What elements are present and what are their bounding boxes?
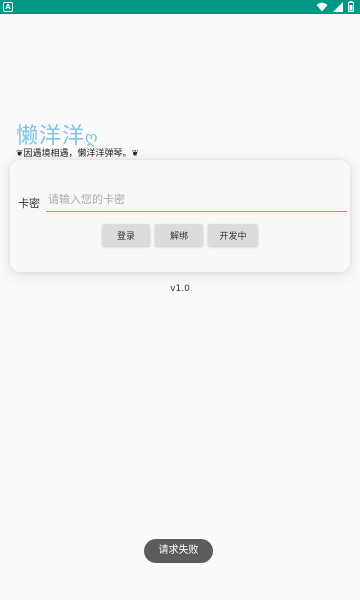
- notification-a-icon: A: [3, 2, 13, 12]
- unbind-button[interactable]: 解绑: [155, 224, 203, 246]
- signal-icon: [333, 1, 343, 12]
- login-card: 卡密 登录 解绑 开发中: [10, 160, 350, 272]
- wifi-icon: [316, 2, 328, 11]
- key-label: 卡密: [18, 197, 40, 210]
- login-button[interactable]: 登录: [102, 224, 150, 246]
- developing-button[interactable]: 开发中: [208, 224, 258, 246]
- battery-icon: [348, 1, 354, 12]
- status-icons: [316, 1, 354, 12]
- status-bar: A: [0, 0, 360, 14]
- toast-message: 请求失败: [144, 539, 213, 563]
- title-decoration: ღ: [85, 128, 99, 147]
- version-label: v1.0: [170, 284, 190, 294]
- app-subtitle: ❦因遇境相遇，懒洋洋弹琴。❦: [16, 149, 140, 159]
- key-input[interactable]: [46, 188, 347, 212]
